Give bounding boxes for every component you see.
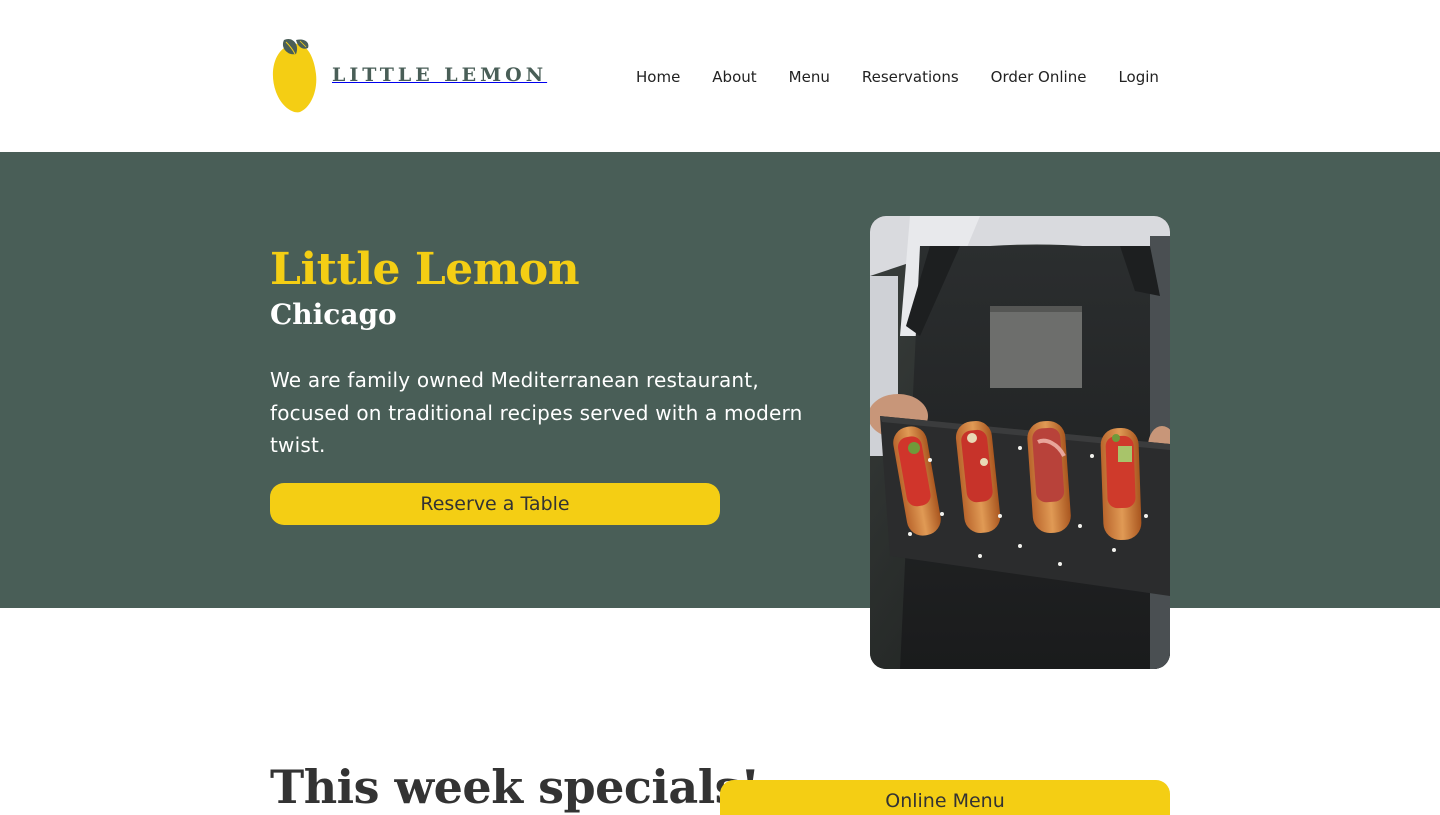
nav-item-home[interactable]: Home bbox=[636, 68, 680, 86]
reserve-table-button[interactable]: Reserve a Table bbox=[270, 483, 720, 525]
nav-item-menu[interactable]: Menu bbox=[789, 68, 830, 86]
nav-item-login[interactable]: Login bbox=[1118, 68, 1158, 86]
nav-item-reservations[interactable]: Reservations bbox=[862, 68, 959, 86]
logo-text: LITTLE LEMON bbox=[332, 64, 548, 86]
main-nav: Home About Menu Reservations Order Onlin… bbox=[620, 62, 1159, 92]
hero-description: We are family owned Mediterranean restau… bbox=[270, 368, 803, 457]
specials-title: This week specials! bbox=[270, 760, 760, 814]
hero-subtitle: Chicago bbox=[270, 298, 397, 331]
logo-link[interactable]: LITTLE LEMON bbox=[270, 36, 560, 114]
nav-item-about[interactable]: About bbox=[712, 68, 756, 86]
hero-image bbox=[870, 216, 1170, 669]
site-header: LITTLE LEMON Home About Menu Reservation… bbox=[0, 0, 1440, 152]
food-platter-photo bbox=[870, 216, 1170, 669]
lemon-logo-icon bbox=[272, 38, 317, 113]
online-menu-button[interactable]: Online Menu bbox=[720, 780, 1170, 815]
nav-item-order-online[interactable]: Order Online bbox=[991, 68, 1087, 86]
hero-title: Little Lemon bbox=[270, 244, 580, 295]
